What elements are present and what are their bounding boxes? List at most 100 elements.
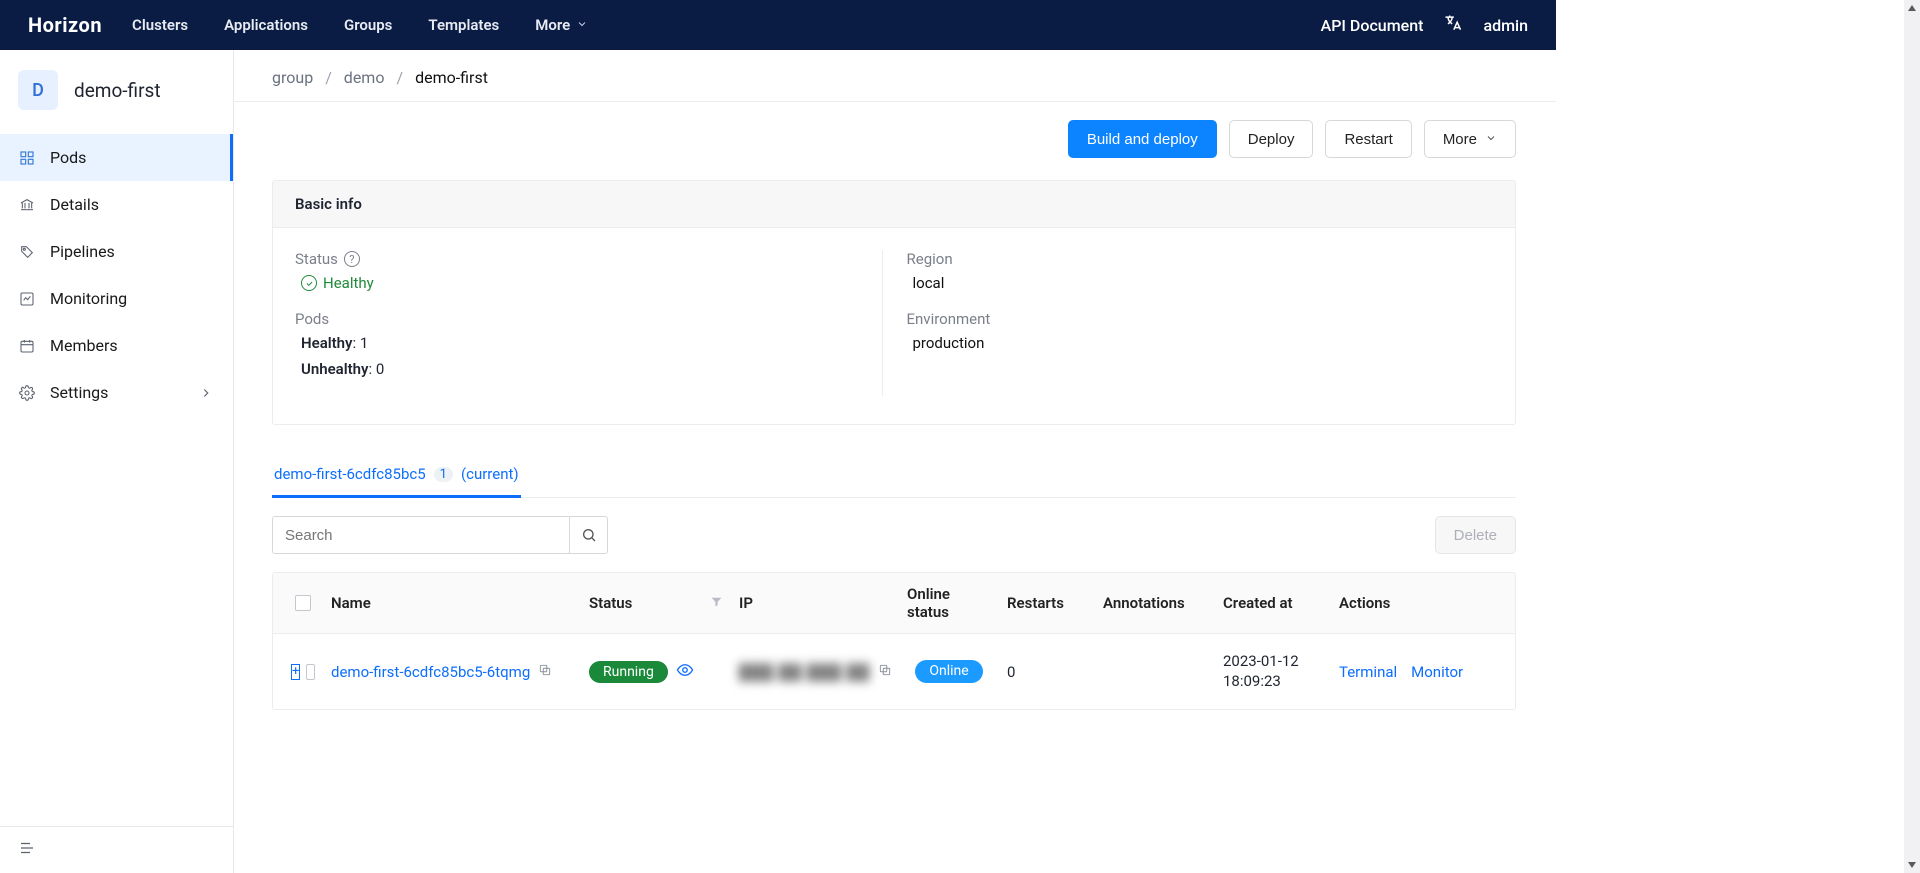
- replicaset-tabs: demo-first-6cdfc85bc5 1 (current): [272, 455, 1516, 498]
- tab-name: demo-first-6cdfc85bc5: [274, 465, 426, 483]
- sidebar-item-label: Settings: [50, 383, 108, 402]
- table-row: + demo-first-6cdfc85bc5-6tqmg Running: [273, 634, 1515, 709]
- pods-healthy: Healthy: 1: [301, 334, 882, 352]
- sidebar-item-settings[interactable]: Settings: [0, 369, 233, 416]
- status-badge: Running: [589, 661, 668, 683]
- collapse-icon[interactable]: [18, 845, 36, 861]
- breadcrumb-group[interactable]: group: [272, 68, 313, 87]
- th-online-status: Online status: [899, 585, 999, 621]
- gear-icon: [18, 384, 36, 402]
- th-annotations: Annotations: [1095, 594, 1215, 612]
- sidebar-item-details[interactable]: Details: [0, 181, 233, 228]
- check-circle-icon: [301, 275, 317, 291]
- tab-current-replicaset[interactable]: demo-first-6cdfc85bc5 1 (current): [272, 455, 521, 497]
- tab-suffix: (current): [461, 465, 519, 483]
- sidebar-item-members[interactable]: Members: [0, 322, 233, 369]
- sidebar-item-label: Members: [50, 336, 118, 355]
- row-actions: Terminal Monitor: [1331, 663, 1505, 681]
- search-input[interactable]: [273, 517, 569, 553]
- status-text: Healthy: [323, 274, 374, 292]
- breadcrumb-sep: /: [325, 68, 332, 87]
- chart-icon: [18, 290, 36, 308]
- tag-icon: [18, 243, 36, 261]
- filter-icon[interactable]: [710, 594, 723, 612]
- copy-icon[interactable]: [878, 663, 892, 681]
- nav-links: Clusters Applications Groups Templates M…: [132, 16, 1321, 34]
- row-checkbox[interactable]: [306, 664, 315, 680]
- status-label: Status: [295, 250, 338, 268]
- basic-info-card: Basic info Status ? H: [272, 180, 1516, 425]
- environment-label: Environment: [907, 310, 991, 328]
- more-button-label: More: [1443, 131, 1477, 148]
- sidebar-item-label: Pipelines: [50, 242, 115, 261]
- table-header: Name Status IP Online status Restarts: [273, 573, 1515, 634]
- scroll-down-icon[interactable]: [1904, 857, 1920, 873]
- restart-button[interactable]: Restart: [1325, 120, 1411, 158]
- main-content: group / demo / demo-first Build and depl…: [234, 50, 1556, 873]
- user-menu[interactable]: admin: [1483, 16, 1528, 35]
- nav-right: API Document admin: [1321, 13, 1528, 37]
- deploy-button[interactable]: Deploy: [1229, 120, 1314, 158]
- search-box: [272, 516, 608, 554]
- pods-table: Name Status IP Online status Restarts: [272, 572, 1516, 710]
- expand-row-icon[interactable]: +: [291, 664, 300, 680]
- sidebar: D demo-first Pods Details: [0, 50, 234, 873]
- copy-icon[interactable]: [538, 663, 552, 681]
- calendar-icon: [18, 337, 36, 355]
- help-icon[interactable]: ?: [344, 251, 360, 267]
- basic-info-left: Status ? Healthy Pods: [295, 250, 882, 396]
- divider: [234, 101, 1556, 102]
- unhealthy-label: Unhealthy: [301, 360, 369, 378]
- eye-icon[interactable]: [676, 661, 694, 683]
- bank-icon: [18, 196, 36, 214]
- breadcrumb-current: demo-first: [415, 68, 488, 87]
- th-ip: IP: [731, 594, 899, 612]
- sidebar-item-pods[interactable]: Pods: [0, 134, 233, 181]
- unhealthy-count: 0: [376, 360, 384, 378]
- th-status[interactable]: Status: [581, 594, 731, 612]
- basic-info-right: Region local Environment production: [882, 250, 1494, 396]
- pod-name-link[interactable]: demo-first-6cdfc85bc5-6tqmg: [331, 663, 530, 681]
- nav-more-label: More: [535, 16, 570, 34]
- build-and-deploy-button[interactable]: Build and deploy: [1068, 120, 1217, 158]
- status-value: Healthy: [301, 274, 882, 292]
- nav-templates[interactable]: Templates: [428, 16, 499, 34]
- search-button[interactable]: [569, 517, 607, 553]
- sidebar-item-label: Monitoring: [50, 289, 127, 308]
- language-icon[interactable]: [1443, 13, 1463, 37]
- pods-unhealthy: Unhealthy: 0: [301, 360, 882, 378]
- more-button[interactable]: More: [1424, 120, 1516, 158]
- terminal-action[interactable]: Terminal: [1339, 663, 1397, 681]
- online-badge: Online: [915, 660, 982, 683]
- region-label: Region: [907, 250, 953, 268]
- th-name: Name: [323, 594, 581, 612]
- monitor-action[interactable]: Monitor: [1411, 663, 1463, 681]
- sidebar-item-pipelines[interactable]: Pipelines: [0, 228, 233, 275]
- chevron-down-icon: [1485, 131, 1497, 148]
- sidebar-header: D demo-first: [0, 50, 233, 130]
- api-document-link[interactable]: API Document: [1321, 16, 1424, 35]
- delete-button: Delete: [1435, 516, 1516, 554]
- sidebar-item-label: Pods: [50, 148, 86, 167]
- top-nav: Horizon Clusters Applications Groups Tem…: [0, 0, 1556, 50]
- breadcrumb-demo[interactable]: demo: [344, 68, 385, 87]
- nav-groups[interactable]: Groups: [344, 16, 392, 34]
- basic-info-title: Basic info: [273, 181, 1515, 228]
- sidebar-footer: [0, 826, 233, 873]
- region-value: local: [913, 274, 1494, 292]
- th-checkbox: [283, 595, 323, 611]
- nav-clusters[interactable]: Clusters: [132, 16, 188, 34]
- nav-applications[interactable]: Applications: [224, 16, 308, 34]
- sidebar-item-label: Details: [50, 195, 99, 214]
- tab-count-badge: 1: [434, 467, 453, 482]
- search-row: Delete: [272, 516, 1516, 554]
- nav-more[interactable]: More: [535, 16, 588, 34]
- restarts-value: 0: [999, 663, 1095, 681]
- grid-icon: [18, 149, 36, 167]
- scroll-up-icon[interactable]: [1904, 0, 1920, 16]
- select-all-checkbox[interactable]: [295, 595, 311, 611]
- sidebar-item-monitoring[interactable]: Monitoring: [0, 275, 233, 322]
- brand-logo[interactable]: Horizon: [28, 13, 102, 37]
- window-scrollbar[interactable]: [1904, 0, 1920, 873]
- breadcrumb: group / demo / demo-first: [272, 50, 1556, 101]
